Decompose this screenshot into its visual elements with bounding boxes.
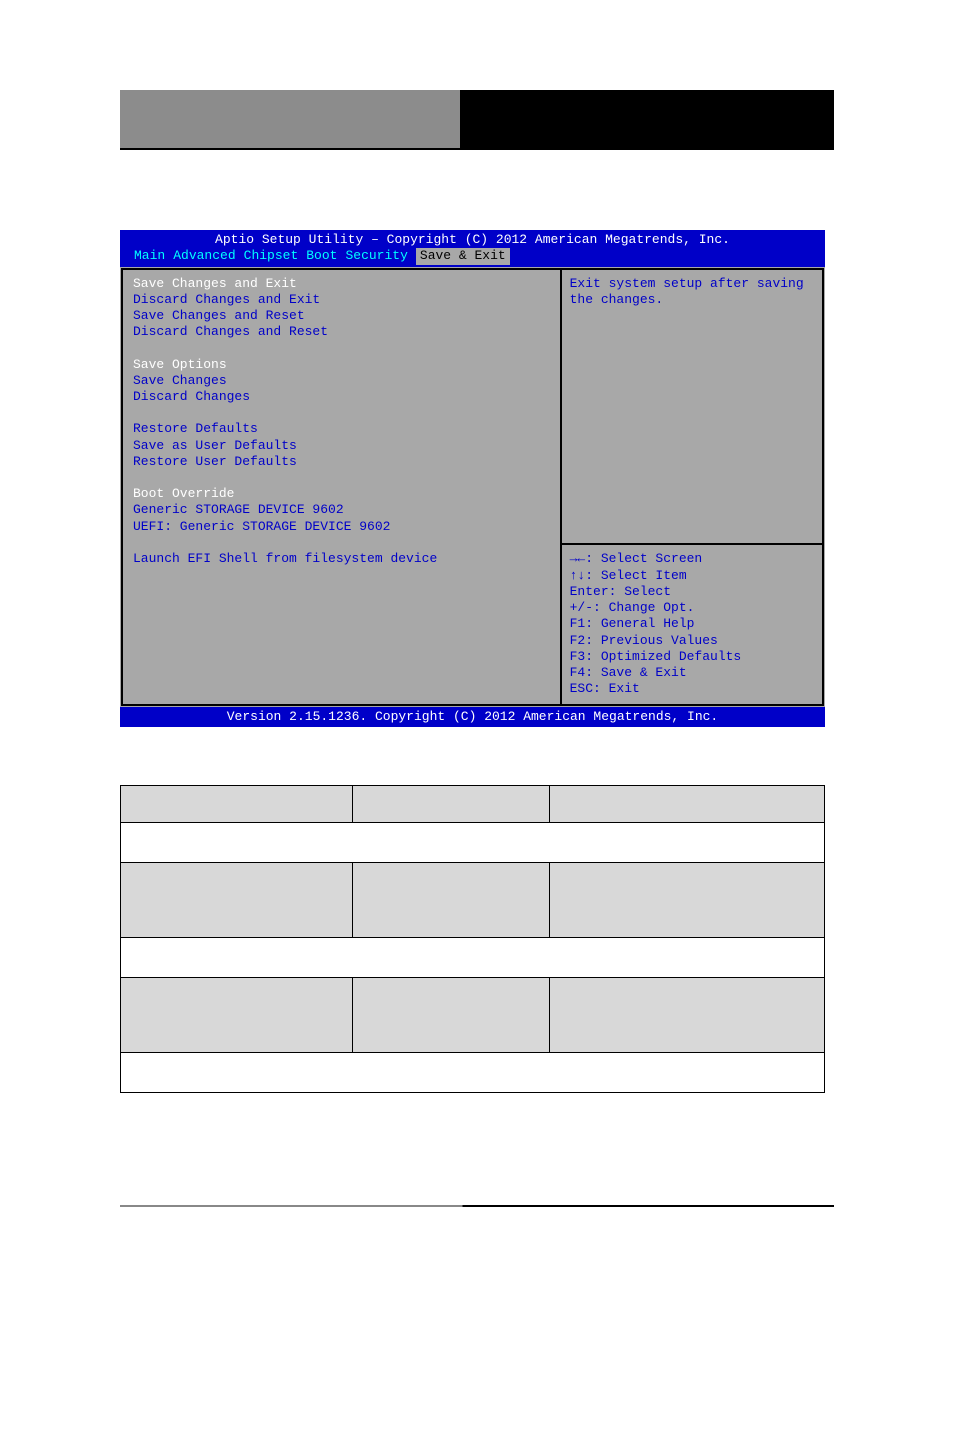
menu-save-changes[interactable]: Save Changes bbox=[133, 373, 550, 389]
key-f1: F1: General Help bbox=[570, 616, 814, 632]
key-enter: Enter: Select bbox=[570, 584, 814, 600]
footer-rule bbox=[120, 1205, 834, 1207]
table-row bbox=[121, 938, 825, 978]
spacer bbox=[133, 405, 550, 421]
table-cell bbox=[550, 786, 825, 823]
tab-main[interactable]: Main bbox=[134, 248, 165, 264]
header-left bbox=[120, 90, 460, 150]
key-change-opt: +/-: Change Opt. bbox=[570, 600, 814, 616]
section-save-options: Save Options bbox=[133, 357, 550, 373]
bios-body: Save Changes and Exit Discard Changes an… bbox=[120, 267, 825, 707]
tab-chipset[interactable]: Chipset bbox=[244, 248, 299, 264]
help-keys: →←: Select Screen ↑↓: Select Item Enter:… bbox=[562, 545, 822, 703]
table-cell bbox=[121, 978, 353, 1053]
menu-discard-changes-exit[interactable]: Discard Changes and Exit bbox=[133, 292, 550, 308]
tab-security[interactable]: Security bbox=[345, 248, 407, 264]
bios-title: Aptio Setup Utility – Copyright (C) 2012… bbox=[126, 232, 819, 248]
bios-footer: Version 2.15.1236. Copyright (C) 2012 Am… bbox=[120, 707, 825, 727]
menu-discard-changes-reset[interactable]: Discard Changes and Reset bbox=[133, 324, 550, 340]
menu-uefi-generic-storage[interactable]: UEFI: Generic STORAGE DEVICE 9602 bbox=[133, 519, 550, 535]
tab-boot[interactable]: Boot bbox=[306, 248, 337, 264]
menu-save-changes-exit[interactable]: Save Changes and Exit bbox=[133, 276, 550, 292]
key-f4: F4: Save & Exit bbox=[570, 665, 814, 681]
table-cell bbox=[353, 978, 550, 1053]
menu-restore-defaults[interactable]: Restore Defaults bbox=[133, 421, 550, 437]
table-cell bbox=[550, 863, 825, 938]
header-right bbox=[460, 90, 834, 150]
bios-tabs[interactable]: Main Advanced Chipset Boot Security Save… bbox=[126, 248, 819, 264]
page-header bbox=[120, 90, 834, 150]
key-select-item: ↑↓: Select Item bbox=[570, 568, 814, 584]
table-cell bbox=[121, 786, 353, 823]
table-cell bbox=[121, 863, 353, 938]
spacer bbox=[133, 341, 550, 357]
key-select-screen: →←: Select Screen bbox=[570, 551, 814, 567]
key-esc: ESC: Exit bbox=[570, 681, 814, 697]
table-cell bbox=[550, 978, 825, 1053]
menu-restore-user-defaults[interactable]: Restore User Defaults bbox=[133, 454, 550, 470]
bios-help-pane: Exit system setup after saving the chang… bbox=[561, 268, 824, 706]
key-f3: F3: Optimized Defaults bbox=[570, 649, 814, 665]
bios-title-bar: Aptio Setup Utility – Copyright (C) 2012… bbox=[120, 230, 825, 267]
menu-launch-efi-shell[interactable]: Launch EFI Shell from filesystem device bbox=[133, 551, 550, 567]
section-boot-override: Boot Override bbox=[133, 486, 550, 502]
spacer bbox=[133, 535, 550, 551]
spacer bbox=[133, 470, 550, 486]
menu-discard-changes[interactable]: Discard Changes bbox=[133, 389, 550, 405]
menu-save-changes-reset[interactable]: Save Changes and Reset bbox=[133, 308, 550, 324]
table-cell bbox=[353, 786, 550, 823]
tab-save-exit[interactable]: Save & Exit bbox=[416, 248, 510, 264]
table-cell bbox=[353, 863, 550, 938]
doc-table bbox=[120, 785, 825, 1093]
key-f2: F2: Previous Values bbox=[570, 633, 814, 649]
bios-menu: Save Changes and Exit Discard Changes an… bbox=[121, 268, 561, 706]
menu-generic-storage[interactable]: Generic STORAGE DEVICE 9602 bbox=[133, 502, 550, 518]
table-row bbox=[121, 1053, 825, 1093]
tab-advanced[interactable]: Advanced bbox=[173, 248, 235, 264]
help-description: Exit system setup after saving the chang… bbox=[562, 270, 822, 544]
menu-save-user-defaults[interactable]: Save as User Defaults bbox=[133, 438, 550, 454]
bios-window: Aptio Setup Utility – Copyright (C) 2012… bbox=[120, 230, 825, 727]
table-row bbox=[121, 823, 825, 863]
